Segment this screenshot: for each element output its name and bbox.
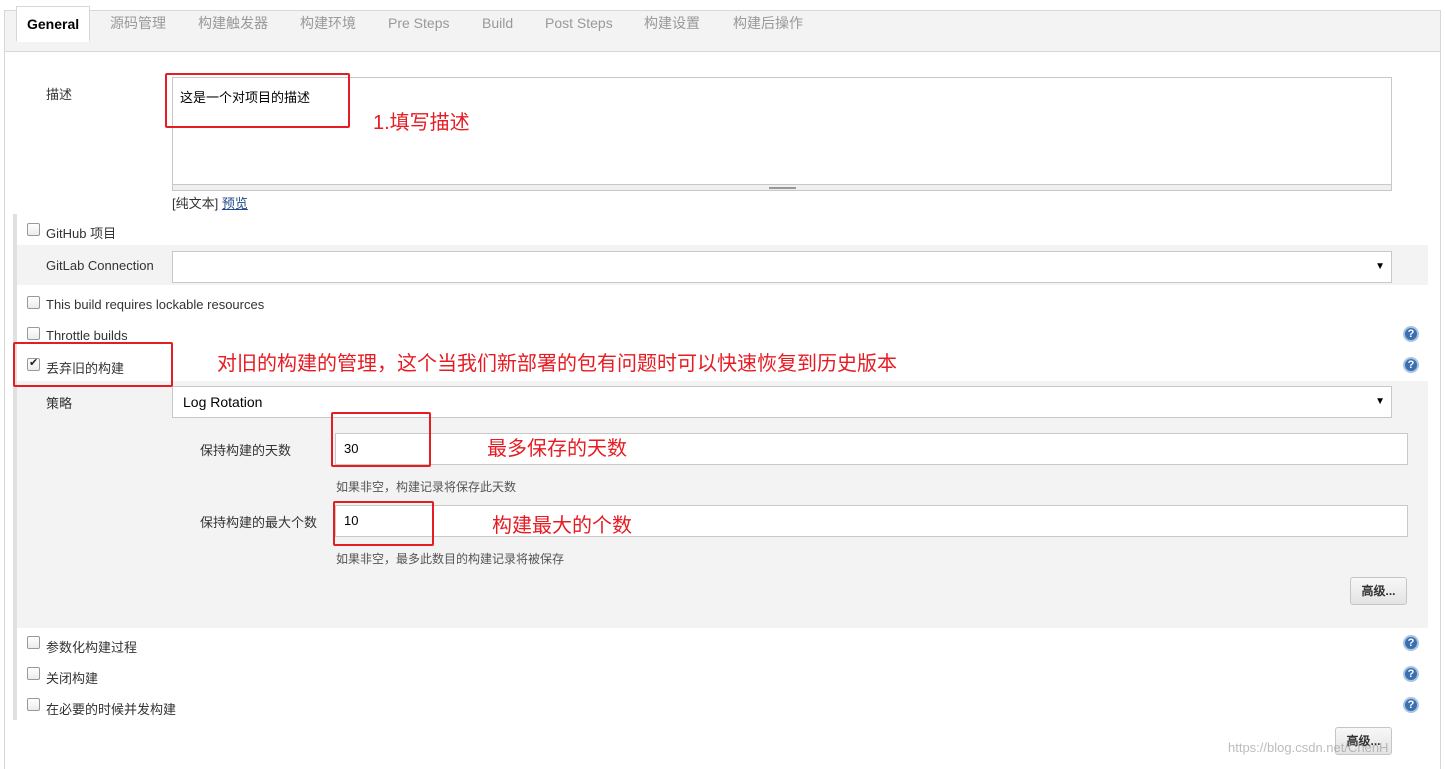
strategy-value: Log Rotation	[183, 394, 263, 410]
concurrent-checkbox[interactable]	[27, 698, 40, 711]
tab-scm[interactable]: 源码管理	[110, 6, 166, 41]
description-label: 描述	[46, 87, 73, 102]
annotation-box-days	[331, 412, 431, 467]
grip-icon	[769, 187, 796, 189]
throttle-label: Throttle builds	[46, 328, 128, 343]
watermark: https://blog.csdn.net/ChenH	[1228, 740, 1389, 755]
tab-build[interactable]: Build	[482, 6, 513, 41]
tab-build-env[interactable]: 构建环境	[300, 6, 356, 41]
preview-link[interactable]: 预览	[222, 196, 248, 211]
parameterized-checkbox[interactable]	[27, 636, 40, 649]
lockable-checkbox[interactable]	[27, 296, 40, 309]
help-icon[interactable]: ?	[1403, 666, 1419, 682]
tab-pre-steps[interactable]: Pre Steps	[388, 6, 449, 41]
help-icon[interactable]: ?	[1403, 326, 1419, 342]
plain-text-label: [纯文本] 预览	[172, 193, 248, 212]
annotation-box-discard	[13, 342, 173, 387]
tab-post-steps[interactable]: Post Steps	[545, 6, 613, 41]
help-icon[interactable]: ?	[1403, 697, 1419, 713]
dropdown-arrow-icon: ▼	[1375, 261, 1385, 272]
days-to-keep-hint: 如果非空，构建记录将保存此天数	[336, 480, 517, 494]
annotation-fill-description: 1.填写描述	[373, 112, 470, 134]
disable-build-checkbox[interactable]	[27, 667, 40, 680]
dropdown-arrow-icon: ▼	[1375, 396, 1385, 407]
max-builds-hint: 如果非空，最多此数目的构建记录将被保存	[336, 552, 565, 566]
throttle-checkbox[interactable]	[27, 327, 40, 340]
tab-build-settings[interactable]: 构建设置	[644, 6, 700, 41]
gitlab-connection-select[interactable]: ▼	[172, 251, 1392, 283]
tab-triggers[interactable]: 构建触发器	[198, 6, 268, 41]
github-project-checkbox[interactable]	[27, 223, 40, 236]
help-icon[interactable]: ?	[1403, 635, 1419, 651]
concurrent-label: 在必要的时候并发构建	[46, 702, 177, 717]
max-builds-label: 保持构建的最大个数	[200, 515, 318, 530]
days-to-keep-label: 保持构建的天数	[200, 443, 292, 458]
annotation-max-days: 最多保存的天数	[487, 438, 627, 460]
description-textarea[interactable]: 这是一个对项目的描述	[172, 77, 1392, 185]
annotation-max-count: 构建最大的个数	[492, 515, 632, 537]
gitlab-connection-label: GitLab Connection	[46, 258, 154, 273]
github-project-label: GitHub 项目	[46, 226, 117, 241]
help-icon[interactable]: ?	[1403, 357, 1419, 373]
annotation-box-max	[333, 501, 434, 546]
annotation-box-description	[165, 73, 350, 128]
tab-general[interactable]: General	[16, 6, 91, 42]
lockable-label: This build requires lockable resources	[46, 297, 265, 312]
disable-build-label: 关闭构建	[46, 671, 99, 686]
tab-post-build[interactable]: 构建后操作	[733, 6, 803, 41]
plain-text-tag: [纯文本]	[172, 196, 219, 211]
strategy-label: 策略	[46, 396, 73, 411]
parameterized-label: 参数化构建过程	[46, 640, 138, 655]
strategy-advanced-button[interactable]: 高级...	[1350, 577, 1407, 605]
annotation-discard-note: 对旧的构建的管理，这个当我们新部署的包有问题时可以快速恢复到历史版本	[217, 353, 897, 375]
